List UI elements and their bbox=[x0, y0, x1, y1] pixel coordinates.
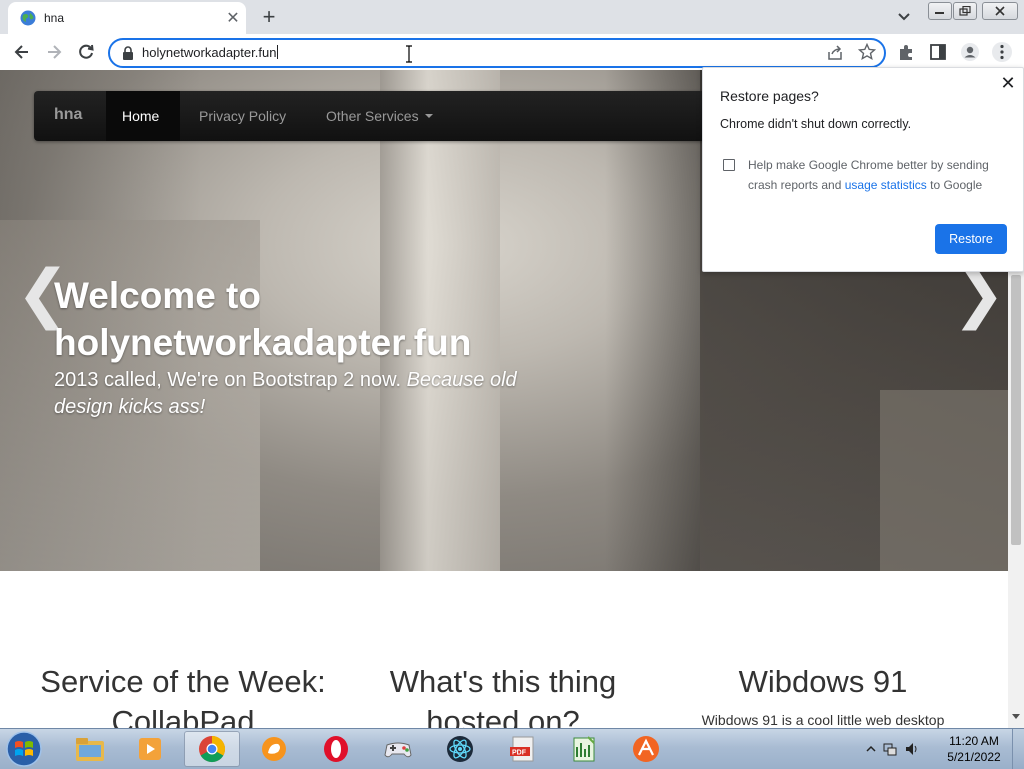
crash-report-label: Help make Google Chrome better by sendin… bbox=[748, 155, 1008, 195]
feature-column: Wibdows 91 Wibdows 91 is a cool little w… bbox=[673, 662, 973, 728]
close-window-button[interactable] bbox=[982, 2, 1018, 20]
back-arrow-icon[interactable] bbox=[12, 42, 32, 62]
taskbar-pdf-app[interactable]: PDF bbox=[494, 731, 550, 767]
minimize-button[interactable] bbox=[928, 2, 952, 20]
network-icon[interactable] bbox=[882, 741, 898, 757]
taskbar-chrome[interactable] bbox=[184, 731, 240, 767]
crash-report-checkbox[interactable] bbox=[723, 159, 735, 171]
caret-down-icon bbox=[424, 114, 433, 118]
restore-pages-dialog: Restore pages? ✕ Chrome didn't shut down… bbox=[702, 67, 1024, 272]
scrollbar-thumb[interactable] bbox=[1011, 275, 1021, 545]
pdf-icon: PDF bbox=[510, 736, 534, 762]
taskbar-uc-browser[interactable] bbox=[246, 731, 302, 767]
feature-column: What's this thing hosted on? bbox=[353, 662, 653, 728]
restore-window-button[interactable] bbox=[953, 2, 977, 20]
tab-search-chevron-icon[interactable] bbox=[894, 8, 914, 26]
tray-up-arrow-icon[interactable] bbox=[866, 744, 876, 754]
nav-item-other-services[interactable]: Other Services bbox=[326, 108, 433, 124]
svg-text:PDF: PDF bbox=[512, 750, 527, 757]
feature-heading: Service of the Week: CollabPad bbox=[40, 664, 326, 728]
reload-icon[interactable] bbox=[76, 42, 96, 62]
tab-strip: hna ✕ + bbox=[0, 0, 1024, 34]
dialog-close-icon[interactable]: ✕ bbox=[999, 73, 1017, 93]
taskbar-opera[interactable] bbox=[308, 731, 364, 767]
taskbar-media-player[interactable] bbox=[122, 731, 178, 767]
hero-title: Welcome to holynetworkadapter.fun bbox=[54, 275, 472, 363]
text-cursor-icon bbox=[406, 45, 412, 63]
browser-tab[interactable]: hna ✕ bbox=[8, 2, 246, 34]
feature-heading: What's this thing hosted on? bbox=[389, 664, 617, 728]
extensions-puzzle-icon[interactable] bbox=[896, 42, 916, 62]
windows-taskbar: PDF 11:20 AM 5/21/2022 bbox=[0, 728, 1024, 769]
taskbar-vlc-like-app[interactable] bbox=[618, 731, 674, 767]
system-tray bbox=[866, 739, 920, 759]
chart-app-icon bbox=[573, 736, 595, 762]
show-desktop-button[interactable] bbox=[1012, 729, 1024, 769]
address-bar[interactable]: holynetworkadapter.fun bbox=[108, 38, 886, 68]
taskbar-chart-app[interactable] bbox=[556, 731, 612, 767]
dialog-title: Restore pages? bbox=[720, 88, 819, 104]
dialog-message: Chrome didn't shut down correctly. bbox=[720, 117, 912, 131]
nav-item-privacy-policy[interactable]: Privacy Policy bbox=[199, 108, 286, 124]
taskbar-explorer[interactable] bbox=[62, 731, 118, 767]
forward-arrow-icon[interactable] bbox=[44, 42, 64, 62]
orange-app-icon bbox=[633, 736, 659, 762]
share-icon[interactable] bbox=[826, 44, 844, 62]
atom-icon bbox=[447, 736, 473, 762]
site-brand[interactable]: hna bbox=[54, 106, 82, 124]
restore-button[interactable]: Restore bbox=[935, 224, 1007, 254]
nav-item-home[interactable]: Home bbox=[106, 91, 180, 141]
profile-avatar-icon[interactable] bbox=[960, 42, 980, 62]
restore-window-icon bbox=[959, 6, 971, 16]
site-navbar: hna Home Privacy Policy Other Services bbox=[34, 91, 746, 141]
hero-subtitle: 2013 called, We're on Bootstrap 2 now. B… bbox=[54, 367, 574, 421]
lock-icon[interactable] bbox=[122, 46, 134, 60]
taskbar-clock[interactable]: 11:20 AM 5/21/2022 bbox=[940, 733, 1008, 765]
browser-toolbar: holynetworkadapter.fun bbox=[0, 34, 1024, 71]
clock-date: 5/21/2022 bbox=[947, 750, 1001, 764]
globe-icon bbox=[20, 10, 36, 26]
close-window-icon bbox=[995, 6, 1005, 16]
feature-column: Service of the Week: CollabPad bbox=[33, 662, 333, 728]
hero-subtitle-plain: 2013 called, We're on Bootstrap 2 now. bbox=[54, 369, 402, 391]
media-player-icon bbox=[139, 738, 161, 760]
feature-text: Wibdows 91 is a cool little web desktop bbox=[701, 712, 945, 728]
new-tab-button[interactable]: + bbox=[258, 4, 280, 29]
uc-browser-icon bbox=[262, 737, 286, 761]
tab-title: hna bbox=[44, 11, 65, 25]
chrome-icon bbox=[199, 735, 226, 763]
volume-icon[interactable] bbox=[904, 741, 920, 757]
windows-start-icon[interactable] bbox=[4, 730, 44, 768]
feature-heading: Wibdows 91 bbox=[738, 664, 908, 699]
checkbox-text-part2: to Google bbox=[930, 178, 983, 192]
nav-home-label: Home bbox=[122, 108, 160, 124]
folder-icon bbox=[76, 738, 104, 761]
minimize-icon bbox=[935, 12, 944, 14]
taskbar-game-controller[interactable] bbox=[370, 731, 426, 767]
tab-close-icon[interactable]: ✕ bbox=[224, 9, 242, 27]
taskbar-atom-app[interactable] bbox=[432, 731, 488, 767]
side-panel-icon[interactable] bbox=[928, 42, 948, 62]
opera-icon bbox=[324, 736, 348, 762]
bookmark-star-icon[interactable] bbox=[858, 43, 876, 61]
gamepad-icon bbox=[384, 742, 412, 758]
usage-statistics-link[interactable]: usage statistics bbox=[845, 178, 927, 192]
nav-other-label: Other Services bbox=[326, 108, 419, 124]
hero-background-shape bbox=[880, 390, 1008, 571]
chrome-menu-icon[interactable] bbox=[992, 42, 1012, 62]
clock-time: 11:20 AM bbox=[949, 734, 999, 748]
url-text[interactable]: holynetworkadapter.fun bbox=[142, 45, 278, 60]
scroll-down-arrow-icon[interactable] bbox=[1012, 714, 1020, 719]
